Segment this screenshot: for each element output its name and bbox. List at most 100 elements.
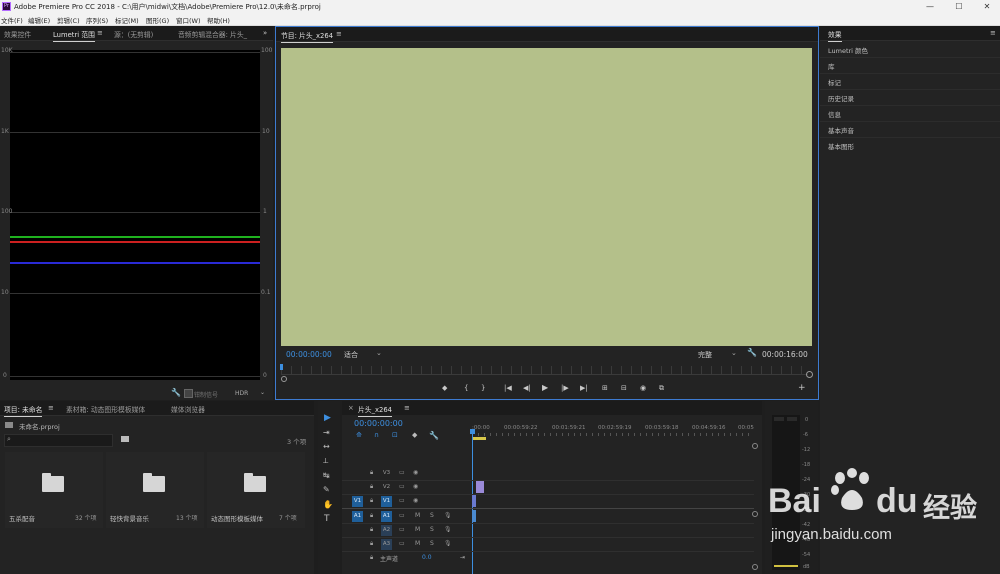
sync-lock-icon[interactable]: ▭ xyxy=(399,483,405,490)
extract-button[interactable]: ⊟ xyxy=(621,384,627,392)
program-mini-timeline[interactable] xyxy=(281,366,808,375)
track-name[interactable]: A2 xyxy=(381,525,392,536)
quality-select[interactable]: 完整 xyxy=(698,350,712,360)
menu-window[interactable]: 窗口(W) xyxy=(176,15,201,25)
close-window-button[interactable]: ✕ xyxy=(974,0,1000,13)
program-timecode-in[interactable]: 00:00:00:00 xyxy=(286,350,332,359)
tab-audio-clip-mixer[interactable]: 音频剪辑混合器: 片头_ xyxy=(178,29,247,39)
mark-out-button[interactable]: } xyxy=(481,384,485,392)
effects-menu-icon[interactable]: ≡ xyxy=(990,29,996,37)
playhead[interactable] xyxy=(280,364,283,370)
menu-edit[interactable]: 编辑(E) xyxy=(28,15,50,25)
maximize-button[interactable]: ☐ xyxy=(946,0,972,13)
eye-icon[interactable]: ◉ xyxy=(413,469,418,476)
timeline-menu-icon[interactable]: ≡ xyxy=(404,404,410,412)
track-name[interactable]: V3 xyxy=(381,468,392,479)
video-clip[interactable] xyxy=(476,481,484,493)
eye-icon[interactable]: ◉ xyxy=(413,497,418,504)
tab-project[interactable]: 项目: 未命名 xyxy=(4,404,43,417)
nest-icon[interactable]: ⟰ xyxy=(356,431,362,439)
solo-button[interactable]: S xyxy=(430,526,434,533)
tab-program[interactable]: 节目: 片头_x264 xyxy=(281,30,334,43)
eye-icon[interactable]: ◉ xyxy=(413,483,418,490)
panel-item-info[interactable]: 信息 xyxy=(820,105,1000,122)
track-select-tool[interactable]: ⇥ xyxy=(323,428,330,437)
source-patch-v1[interactable]: V1 xyxy=(352,496,363,507)
razor-tool[interactable]: ⟂ xyxy=(323,456,328,466)
microphone-icon[interactable]: 🎙︎ xyxy=(444,540,452,547)
add-marker-icon[interactable]: ◆ xyxy=(412,431,417,439)
go-to-in-button[interactable]: |◀ xyxy=(504,384,512,392)
hdr-select[interactable]: HDR xyxy=(235,390,248,397)
go-to-out-button[interactable]: ▶| xyxy=(580,384,588,392)
snap-icon[interactable]: ∩ xyxy=(374,431,379,439)
sync-lock-icon[interactable]: ▭ xyxy=(399,497,405,504)
work-area-bar[interactable] xyxy=(472,437,486,440)
zoom-handle[interactable] xyxy=(806,371,813,378)
track-name[interactable]: A1 xyxy=(381,511,392,522)
play-button[interactable]: ▶ xyxy=(542,383,548,392)
solo-button[interactable]: S xyxy=(430,512,434,519)
minimize-button[interactable]: — xyxy=(917,0,943,13)
time-ruler[interactable]: :00:00 00:00:59:22 00:01:59:21 00:02:59:… xyxy=(472,423,754,437)
audio-clip[interactable] xyxy=(472,510,476,522)
menu-clip[interactable]: 剪辑(C) xyxy=(57,15,80,25)
bin-item[interactable]: 动态图形模板媒体 7 个项 xyxy=(207,452,305,528)
slip-tool[interactable]: ↹ xyxy=(323,471,330,480)
comparison-view-button[interactable]: ⧉ xyxy=(659,384,664,393)
wrench-icon[interactable]: 🔧 xyxy=(747,348,757,357)
sync-lock-icon[interactable]: ▭ xyxy=(399,512,405,519)
chevron-down-icon[interactable]: ⌄ xyxy=(376,349,382,357)
panel-item-history[interactable]: 历史记录 xyxy=(820,89,1000,106)
track-name[interactable]: A3 xyxy=(381,539,392,550)
scroll-handle[interactable] xyxy=(752,511,758,517)
solo-button[interactable]: S xyxy=(430,540,434,547)
step-back-button[interactable]: ◀| xyxy=(523,384,531,392)
sync-lock-icon[interactable]: ▭ xyxy=(399,469,405,476)
bin-item[interactable]: 轻快背景音乐 13 个项 xyxy=(106,452,204,528)
chevron-down-icon[interactable]: ⌄ xyxy=(731,349,737,357)
tab-lumetri-scopes[interactable]: Lumetri 范围 xyxy=(53,29,95,42)
mark-in-button[interactable]: { xyxy=(464,384,468,392)
add-marker-button[interactable]: ◆ xyxy=(442,384,447,392)
tab-menu-icon[interactable]: ≡ xyxy=(97,29,103,37)
tab-sequence[interactable]: 片头_x264 xyxy=(358,404,392,417)
zoom-handle[interactable] xyxy=(281,376,287,382)
lock-icon[interactable]: 🔒︎ xyxy=(370,483,373,491)
tab-effects[interactable]: 效果 xyxy=(828,29,842,42)
playhead-handle[interactable] xyxy=(470,429,475,434)
lock-icon[interactable]: 🔒︎ xyxy=(370,497,373,505)
new-bin-icon[interactable] xyxy=(121,436,129,442)
master-volume-value[interactable]: 0.0 xyxy=(422,554,432,561)
sync-lock-icon[interactable]: ▭ xyxy=(399,526,405,533)
panel-item-lumetri-color[interactable]: Lumetri 颜色 xyxy=(820,41,1000,58)
lock-icon[interactable]: 🔒︎ xyxy=(370,540,373,548)
panel-item-essential-graphics[interactable]: 基本图形 xyxy=(820,137,1000,153)
tab-source[interactable]: 源：(无剪辑) xyxy=(114,29,153,39)
video-clip[interactable] xyxy=(472,495,476,507)
microphone-icon[interactable]: 🎙︎ xyxy=(444,512,452,519)
panel-item-markers[interactable]: 标记 xyxy=(820,73,1000,90)
tab-media-browser[interactable]: 媒体浏览器 xyxy=(171,404,205,414)
mute-button[interactable]: M xyxy=(415,512,420,519)
lift-button[interactable]: ⊞ xyxy=(602,384,608,392)
project-menu-icon[interactable]: ≡ xyxy=(48,404,54,412)
menu-graphics[interactable]: 图形(G) xyxy=(146,15,169,25)
source-patch-a1[interactable]: A1 xyxy=(352,511,363,522)
bin-item[interactable]: 五杀配音 32 个项 xyxy=(5,452,103,528)
add-button[interactable]: + xyxy=(798,383,806,393)
hand-tool[interactable]: ✋ xyxy=(323,500,333,509)
search-input[interactable]: ⌕ xyxy=(4,434,113,447)
go-to-end-icon[interactable]: ⇥ xyxy=(460,554,465,561)
scroll-handle[interactable] xyxy=(752,443,758,449)
lock-icon[interactable]: 🔒︎ xyxy=(370,512,373,520)
wrench-icon[interactable]: 🔧 xyxy=(429,431,439,440)
fit-select[interactable]: 适合 xyxy=(344,350,358,360)
lock-icon[interactable]: 🔒︎ xyxy=(370,469,373,477)
step-forward-button[interactable]: |▶ xyxy=(561,384,569,392)
tab-bin[interactable]: 素材箱: 动态图形模板媒体 xyxy=(66,404,145,414)
program-menu-icon[interactable]: ≡ xyxy=(336,30,342,38)
wrench-icon[interactable]: 🔧 xyxy=(171,388,181,397)
export-frame-button[interactable]: ◉ xyxy=(640,384,646,392)
menu-file[interactable]: 文件(F) xyxy=(1,15,23,25)
